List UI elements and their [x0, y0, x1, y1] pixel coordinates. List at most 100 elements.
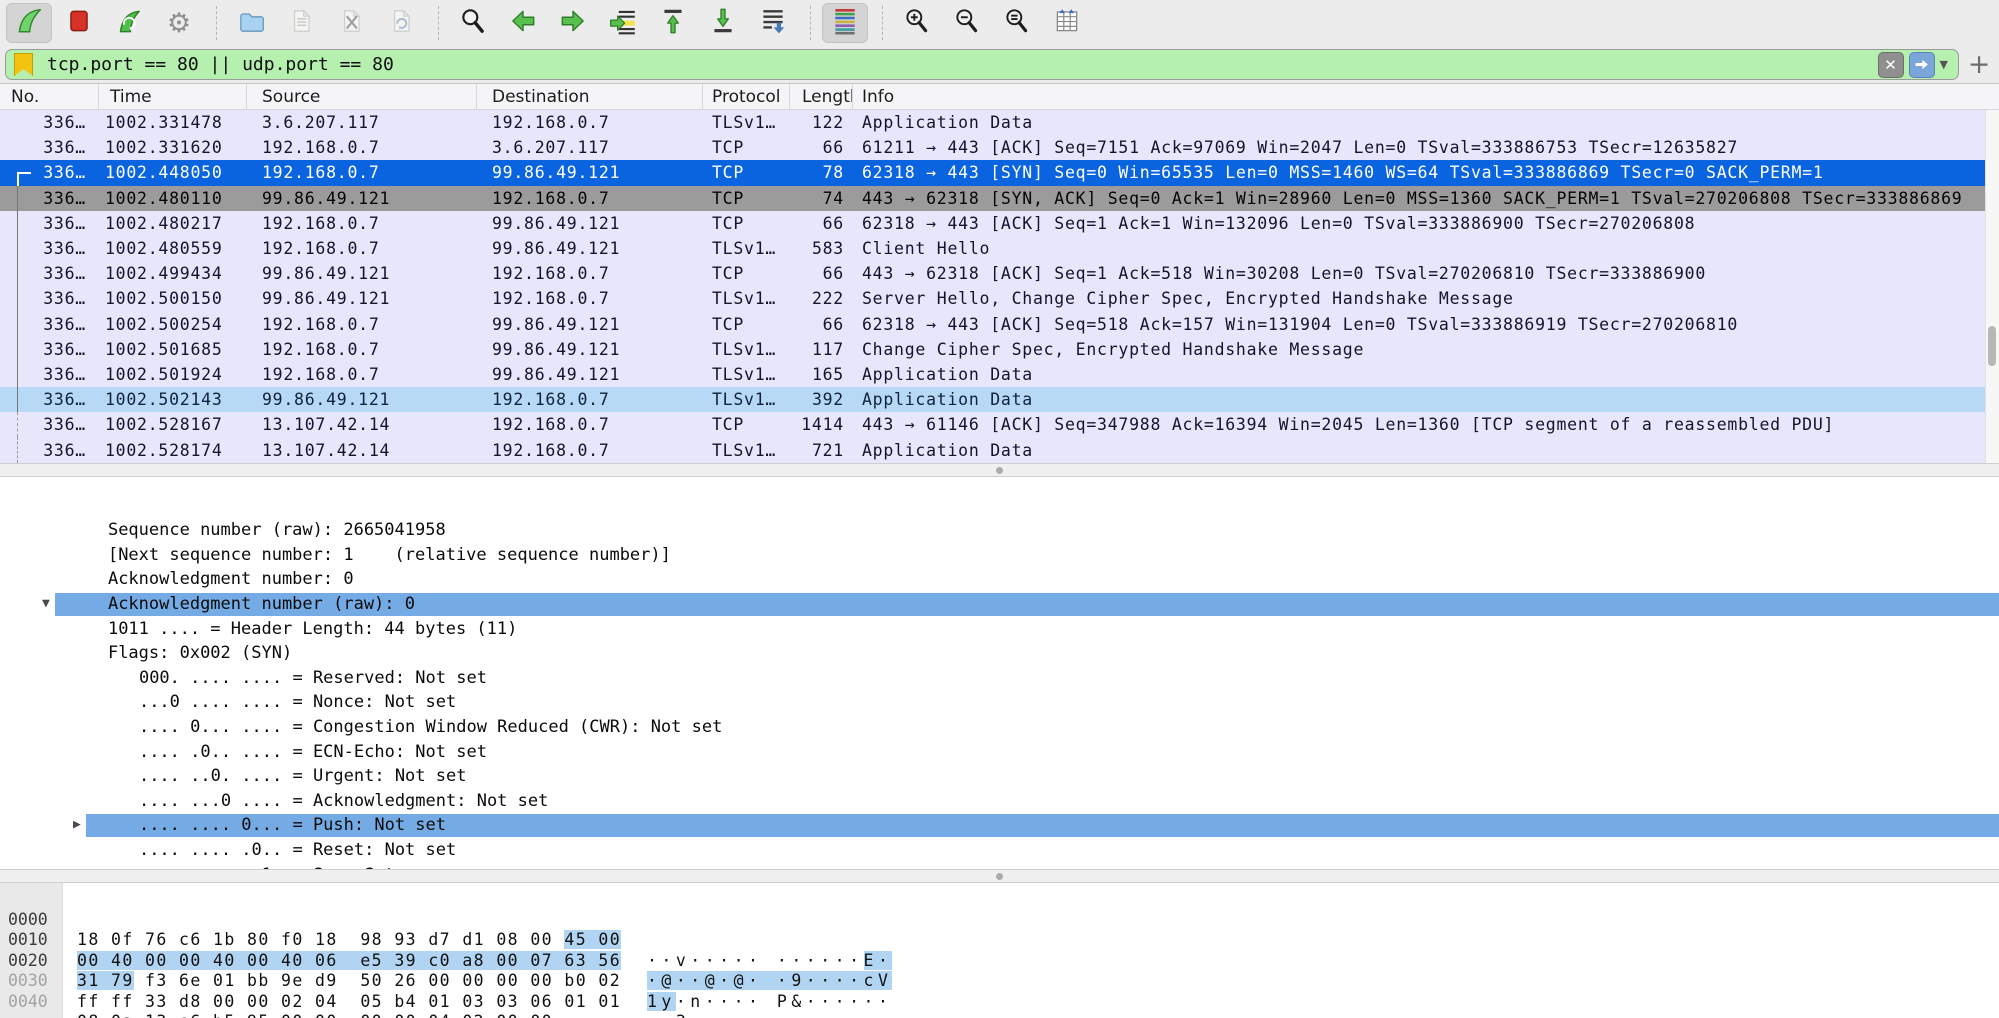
- arrow-up-bar-icon: [658, 6, 688, 40]
- column-header-info[interactable]: Info: [853, 84, 1999, 109]
- reload-file-button[interactable]: [378, 3, 424, 43]
- cell-length: 1414: [790, 412, 853, 437]
- cell-time: 1002.502143: [99, 387, 247, 412]
- column-header-source[interactable]: Source: [247, 84, 477, 109]
- cell-protocol: TCP: [703, 412, 790, 437]
- filter-bookmark-icon[interactable]: [14, 53, 33, 76]
- packet-row[interactable]: 336… 1002.502143 99.86.49.121 192.168.0.…: [0, 387, 1985, 412]
- packet-list-scrollbar[interactable]: [1985, 110, 1999, 463]
- packet-row[interactable]: 336… 1002.528174 13.107.42.14 192.168.0.…: [0, 437, 1985, 462]
- column-header-destination[interactable]: Destination: [477, 84, 703, 109]
- hex-row[interactable]: 0000 18 0f 76 c6 1b 80 f0 18 98 93 d7 d1…: [0, 889, 1999, 910]
- cell-length: 222: [790, 286, 853, 311]
- restart-capture-button[interactable]: [106, 3, 152, 43]
- cell-protocol: TCP: [703, 261, 790, 286]
- cell-protocol: TLSv1…: [703, 286, 790, 311]
- open-file-button[interactable]: [228, 3, 274, 43]
- packet-row[interactable]: 336… 1002.331620 192.168.0.7 3.6.207.117…: [0, 135, 1985, 160]
- colorize-packets-button[interactable]: [822, 3, 868, 43]
- cell-source: 192.168.0.7: [247, 236, 477, 261]
- packet-row[interactable]: 336… 1002.500254 192.168.0.7 99.86.49.12…: [0, 312, 1985, 337]
- go-to-packet-button[interactable]: [600, 3, 646, 43]
- packet-row[interactable]: 336… 1002.501685 192.168.0.7 99.86.49.12…: [0, 337, 1985, 362]
- zoom-in-button[interactable]: [894, 3, 940, 43]
- column-header-length[interactable]: Length: [790, 84, 853, 109]
- cell-protocol: TLSv1…: [703, 110, 790, 135]
- hex-bytes[interactable]: 08 0a 13 e6 b5 95 00 00 00 00 04 02 00 0…: [77, 1012, 553, 1018]
- start-capture-button[interactable]: [6, 3, 52, 43]
- filter-apply-button[interactable]: [1909, 52, 1935, 78]
- packet-row[interactable]: 336… 1002.480110 99.86.49.121 192.168.0.…: [0, 186, 1985, 211]
- scrollbar-thumb[interactable]: [1988, 326, 1996, 366]
- packet-row[interactable]: 336… 1002.501924 192.168.0.7 99.86.49.12…: [0, 362, 1985, 387]
- save-file-button[interactable]: [278, 3, 324, 43]
- hex-row[interactable]: 0030 ff ff 33 d8 00 00 02 04 05 b4 01 03…: [0, 951, 1999, 972]
- cell-no: 336…: [0, 261, 99, 286]
- packet-list-rows: 336… 1002.331478 3.6.207.117 192.168.0.7…: [0, 110, 1999, 463]
- detail-line[interactable]: Sequence number (raw): 2665041958: [0, 477, 1999, 494]
- detail-line[interactable]: ...0 .... .... = Nonce: Not set: [0, 641, 1999, 666]
- cell-info: 62318 → 443 [ACK] Seq=1 Ack=1 Win=132096…: [853, 211, 1985, 236]
- packet-row[interactable]: 336… 1002.528167 13.107.42.14 192.168.0.…: [0, 412, 1985, 437]
- restart-fin-icon: [114, 6, 144, 40]
- cell-time: 1002.499434: [99, 261, 247, 286]
- close-document-icon: [336, 6, 366, 40]
- expand-arrow-icon[interactable]: ▼: [42, 592, 50, 617]
- cell-no: 336…: [0, 211, 99, 236]
- go-next-packet-button[interactable]: [550, 3, 596, 43]
- cell-time: 1002.528167: [99, 412, 247, 437]
- add-filter-button[interactable]: +: [1959, 51, 1999, 78]
- column-header-no[interactable]: No.: [0, 84, 99, 109]
- pane-splitter-bottom[interactable]: [0, 869, 1999, 883]
- packet-row[interactable]: 336… 1002.480217 192.168.0.7 99.86.49.12…: [0, 211, 1985, 236]
- cell-source: 192.168.0.7: [247, 312, 477, 337]
- pane-splitter-top[interactable]: [0, 463, 1999, 477]
- hex-bytes[interactable]: ff ff 33 d8 00 00 02 04 05 b4 01 03 03 0…: [77, 992, 621, 1013]
- packet-row[interactable]: 336… 1002.480559 192.168.0.7 99.86.49.12…: [0, 236, 1985, 261]
- column-header-protocol[interactable]: Protocol: [703, 84, 790, 109]
- go-last-packet-button[interactable]: [700, 3, 746, 43]
- cell-no: 336…: [0, 362, 99, 387]
- display-filter-value[interactable]: tcp.port == 80 || udp.port == 80: [47, 54, 1878, 75]
- display-filter-input[interactable]: tcp.port == 80 || udp.port == 80 ✕ ▼: [5, 49, 1959, 80]
- cell-protocol: TCP: [703, 160, 790, 185]
- auto-scroll-button[interactable]: [750, 3, 796, 43]
- hex-ascii[interactable]: ··3····· ········: [647, 1012, 892, 1018]
- capture-options-button[interactable]: ⚙: [156, 3, 202, 43]
- cell-length: 165: [790, 362, 853, 387]
- column-header-time[interactable]: Time: [99, 84, 247, 109]
- cell-info: 62318 → 443 [ACK] Seq=518 Ack=157 Win=13…: [853, 312, 1985, 337]
- hex-row[interactable]: 0020 31 79 f3 6e 01 bb 9e d9 50 26 00 00…: [0, 930, 1999, 951]
- detail-line[interactable]: [Next sequence number: 1 (relative seque…: [0, 494, 1999, 519]
- filter-toolbar: tcp.port == 80 || udp.port == 80 ✕ ▼ +: [0, 46, 1999, 84]
- resize-columns-button[interactable]: [1044, 3, 1090, 43]
- folder-icon: [236, 6, 266, 40]
- find-packet-button[interactable]: [450, 3, 496, 43]
- stop-capture-button[interactable]: [56, 3, 102, 43]
- packet-row[interactable]: 336… 1002.500150 99.86.49.121 192.168.0.…: [0, 286, 1985, 311]
- packet-list-header: No.TimeSourceDestinationProtocolLengthIn…: [0, 84, 1999, 110]
- packet-row[interactable]: 336… 1002.448050 192.168.0.7 99.86.49.12…: [0, 160, 1985, 185]
- expand-arrow-icon[interactable]: ▶: [73, 813, 81, 838]
- apply-arrow-icon: [1913, 56, 1930, 73]
- filter-clear-button[interactable]: ✕: [1878, 52, 1904, 78]
- go-previous-packet-button[interactable]: [500, 3, 546, 43]
- zoom-out-button[interactable]: [944, 3, 990, 43]
- hex-row[interactable]: 0010 00 40 00 00 40 00 40 06 e5 39 c0 a8…: [0, 910, 1999, 931]
- cell-protocol: TCP: [703, 135, 790, 160]
- hex-ascii[interactable]: 1y·n···· P&······: [647, 992, 892, 1013]
- cell-info: Application Data: [853, 110, 1985, 135]
- arrow-down-bar-icon: [708, 6, 738, 40]
- hex-row[interactable]: 0040 08 0a 13 e6 b5 95 00 00 00 00 04 02…: [0, 971, 1999, 992]
- close-file-button[interactable]: [328, 3, 374, 43]
- cell-destination: 192.168.0.7: [477, 186, 703, 211]
- packet-row[interactable]: 336… 1002.499434 99.86.49.121 192.168.0.…: [0, 261, 1985, 286]
- cell-source: 99.86.49.121: [247, 261, 477, 286]
- go-first-packet-button[interactable]: [650, 3, 696, 43]
- packet-row[interactable]: 336… 1002.331478 3.6.207.117 192.168.0.7…: [0, 110, 1985, 135]
- filter-dropdown-caret-icon[interactable]: ▼: [1940, 58, 1948, 71]
- zoom-original-button[interactable]: [994, 3, 1040, 43]
- cell-length: 66: [790, 135, 853, 160]
- cell-no: 336…: [0, 286, 99, 311]
- arrow-right-icon: [558, 6, 588, 40]
